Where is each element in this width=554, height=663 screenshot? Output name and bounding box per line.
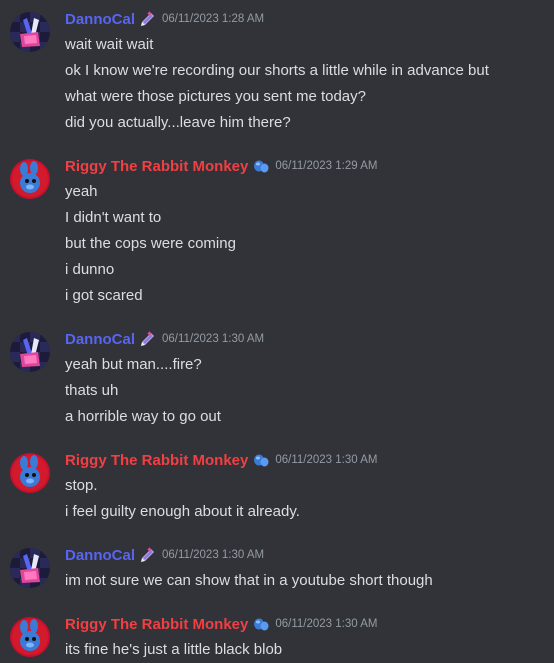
message-header: DannoCal 06/11/2023 1:30 AM (65, 542, 546, 568)
message-line: I didn't want to (65, 209, 162, 226)
message-timestamp: 06/11/2023 1:30 AM (275, 618, 378, 630)
avatar[interactable] (10, 617, 50, 657)
riggy-avatar-icon (10, 617, 50, 657)
blue-glove-icon[interactable] (252, 615, 270, 633)
message-line: ok I know we're recording our shorts a l… (65, 62, 489, 79)
message-header: Riggy The Rabbit Monkey 06/11/2023 1:30 … (65, 611, 546, 637)
username[interactable]: DannoCal (65, 11, 135, 28)
message-group: Riggy The Rabbit Monkey 06/11/2023 1:29 … (0, 153, 554, 309)
message-line: a horrible way to go out (65, 408, 221, 425)
message-timestamp: 06/11/2023 1:30 AM (275, 454, 378, 466)
message-group: Riggy The Rabbit Monkey 06/11/2023 1:30 … (0, 447, 554, 525)
avatar[interactable] (10, 548, 50, 588)
message-line: what were those pictures you sent me tod… (65, 88, 366, 105)
avatar[interactable] (10, 332, 50, 372)
username[interactable]: Riggy The Rabbit Monkey (65, 616, 248, 633)
message-header: DannoCal 06/11/2023 1:28 AM (65, 6, 546, 32)
danno-avatar-icon (10, 332, 50, 372)
message-header: Riggy The Rabbit Monkey 06/11/2023 1:29 … (65, 153, 546, 179)
message-line: its fine he's just a little black blob (65, 641, 283, 658)
message-line: im not sure we can show that in a youtub… (65, 572, 433, 589)
message-line: stop. (65, 477, 98, 494)
danno-avatar-icon (10, 548, 50, 588)
message-line: but the cops were coming (65, 235, 236, 252)
riggy-avatar-icon (10, 159, 50, 199)
pencil-bag-icon[interactable] (139, 330, 157, 348)
message-group: DannoCal 06/11/2023 1:30 AM im not sure … (0, 542, 554, 594)
username[interactable]: Riggy The Rabbit Monkey (65, 452, 248, 469)
message-timestamp: 06/11/2023 1:29 AM (275, 160, 378, 172)
message-timestamp: 06/11/2023 1:30 AM (162, 549, 265, 561)
message-line: thats uh (65, 382, 119, 399)
avatar[interactable] (10, 453, 50, 493)
chat-message-list: DannoCal 06/11/2023 1:28 AM wait wait wa… (0, 0, 554, 658)
message-line: i feel guilty enough about it already. (65, 503, 300, 520)
message-line: yeah but man....fire? (65, 356, 202, 373)
danno-avatar-icon (10, 12, 50, 52)
message-line: i dunno (65, 261, 115, 278)
blue-glove-icon[interactable] (252, 451, 270, 469)
pencil-bag-icon[interactable] (139, 10, 157, 28)
username[interactable]: DannoCal (65, 331, 135, 348)
riggy-avatar-icon (10, 453, 50, 493)
username[interactable]: DannoCal (65, 547, 135, 564)
message-line: yeah (65, 183, 98, 200)
username[interactable]: Riggy The Rabbit Monkey (65, 158, 248, 175)
pencil-bag-icon[interactable] (139, 546, 157, 564)
message-header: Riggy The Rabbit Monkey 06/11/2023 1:30 … (65, 447, 546, 473)
avatar[interactable] (10, 12, 50, 52)
message-group: DannoCal 06/11/2023 1:30 AM yeah but man… (0, 326, 554, 430)
avatar[interactable] (10, 159, 50, 199)
message-group: DannoCal 06/11/2023 1:28 AM wait wait wa… (0, 6, 554, 136)
message-timestamp: 06/11/2023 1:28 AM (162, 13, 265, 25)
message-timestamp: 06/11/2023 1:30 AM (162, 333, 265, 345)
message-group: Riggy The Rabbit Monkey 06/11/2023 1:30 … (0, 611, 554, 663)
message-line: wait wait wait (65, 36, 154, 53)
message-header: DannoCal 06/11/2023 1:30 AM (65, 326, 546, 352)
message-line: i got scared (65, 287, 143, 304)
blue-glove-icon[interactable] (252, 157, 270, 175)
message-line: did you actually...leave him there? (65, 114, 291, 131)
